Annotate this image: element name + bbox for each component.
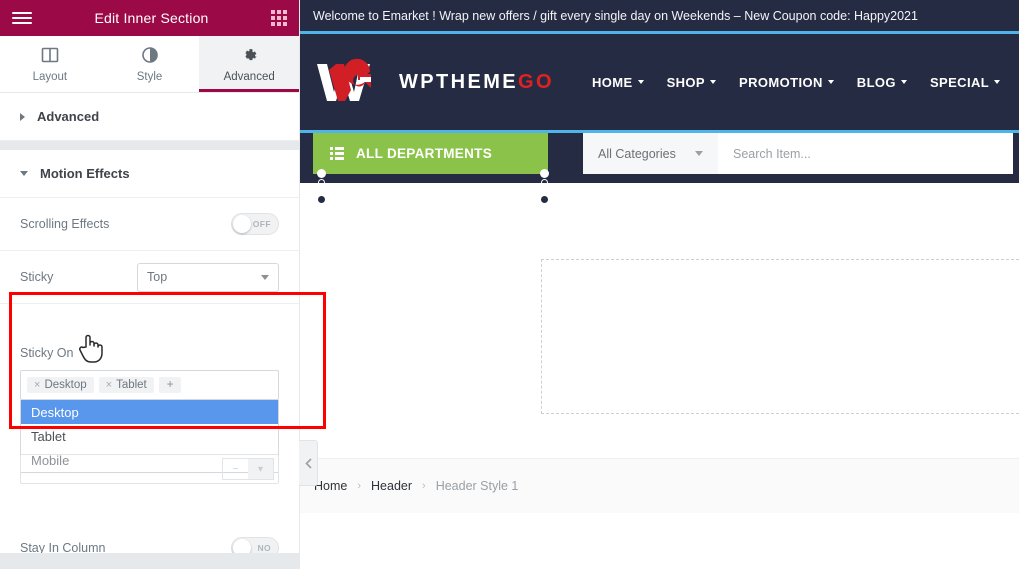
empty-section-placeholder[interactable] [541, 259, 1019, 414]
tag-label: Tablet [116, 379, 147, 391]
nav-label: SPECIAL [929, 74, 990, 90]
logo-text-primary: WPTHEME [399, 70, 519, 93]
preview-canvas: Welcome to Emarket ! Wrap new offers / g… [300, 0, 1019, 569]
breadcrumb: Home › Header › Header Style 1 [314, 479, 518, 493]
list-grid-icon [330, 147, 344, 160]
panel-body: Advanced Motion Effects Scrolling Effect… [0, 93, 299, 569]
sticky-select-value: Top [147, 270, 168, 284]
search-bar: All Categories Search Item... [583, 133, 1013, 174]
chevron-down-icon [695, 151, 703, 156]
style-contrast-icon [141, 47, 158, 63]
dropdown-option-tablet[interactable]: Tablet [21, 424, 278, 448]
tag-tablet[interactable]: × Tablet [98, 377, 154, 393]
chevron-down-icon [261, 274, 269, 280]
tab-label: Layout [32, 71, 68, 83]
control-scrolling-effects: Scrolling Effects OFF [0, 198, 299, 251]
tag-desktop[interactable]: × Desktop [27, 377, 94, 393]
dropdown-option-desktop[interactable]: Desktop [21, 400, 278, 424]
nav-item-promotion[interactable]: PROMOTION [739, 75, 834, 90]
panel-collapse-button[interactable] [299, 440, 318, 486]
sticky-on-block: Sticky On × Desktop × Tablet + Desktop T… [0, 334, 299, 473]
stepper-minus-icon: − [232, 463, 239, 475]
grid-icon[interactable] [271, 10, 287, 26]
departments-bar: ALL DEPARTMENTS All Categories Search It… [300, 130, 1019, 204]
toggle-state-label: OFF [252, 219, 271, 229]
all-departments-label: ALL DEPARTMENTS [356, 146, 492, 161]
announcement-text: Welcome to Emarket ! Wrap new offers / g… [313, 8, 918, 23]
nav-item-shop[interactable]: SHOP [666, 74, 717, 90]
page-content-area: Home › Header › Header Style 1 [300, 183, 1019, 513]
breadcrumb-item-header[interactable]: Header [371, 479, 412, 493]
stepper-caret-icon: ▾ [248, 459, 273, 479]
search-placeholder: Search Item... [733, 146, 811, 161]
chevron-down-icon [994, 80, 1001, 84]
logo-wordmark[interactable]: WPTHEMEGO [399, 71, 554, 94]
elementor-editor-screen: Welcome to Emarket ! Wrap new offers / g… [0, 0, 1019, 569]
chevron-down-icon [827, 80, 834, 84]
toggle-knob [233, 215, 251, 233]
breadcrumb-item-home[interactable]: Home [314, 479, 347, 493]
editor-panel: Edit Inner Section Layout Style Advanced… [0, 0, 326, 569]
tab-label: Style [136, 71, 163, 83]
scrolling-effects-label: Scrolling Effects [20, 217, 110, 231]
nav-label: BLOG [856, 74, 896, 90]
panel-tabs: Layout Style Advanced [0, 36, 300, 93]
sticky-label: Sticky [20, 270, 54, 284]
breadcrumb-bar: Home › Header › Header Style 1 [300, 458, 1019, 513]
tag-label: Desktop [44, 379, 87, 391]
nav-label: SHOP [666, 74, 706, 90]
panel-title: Edit Inner Section [94, 10, 209, 26]
control-sticky: Sticky Top [0, 251, 299, 304]
tab-advanced[interactable]: Advanced [199, 36, 300, 92]
chevron-right-icon [20, 112, 25, 121]
announcement-bar: Welcome to Emarket ! Wrap new offers / g… [300, 0, 1019, 34]
search-input[interactable]: Search Item... [718, 133, 1013, 174]
nav-item-blog[interactable]: BLOG [857, 75, 907, 90]
nav-label: HOME [591, 74, 633, 90]
main-navigation: HOME SHOP PROMOTION BLOG SPECIAL [592, 75, 1019, 90]
offset-stepper[interactable]: − ▾ [222, 458, 274, 480]
chevron-down-icon [637, 80, 644, 84]
all-departments-button[interactable]: ALL DEPARTMENTS [313, 133, 548, 174]
section-advanced-label: Advanced [37, 109, 100, 124]
site-header: WPTHEMEGO HOME SHOP PROMOTION BLOG SPECI… [300, 34, 1019, 130]
chevron-left-icon [304, 457, 312, 469]
section-motion-effects-label: Motion Effects [40, 166, 130, 181]
section-advanced[interactable]: Advanced [0, 93, 299, 141]
nav-item-special[interactable]: SPECIAL [929, 74, 1001, 90]
scrolling-effects-toggle[interactable]: OFF [231, 213, 279, 235]
remove-tag-icon[interactable]: × [34, 379, 40, 391]
tab-layout[interactable]: Layout [0, 36, 100, 92]
breadcrumb-item-current: Header Style 1 [435, 479, 519, 493]
sticky-on-label: Sticky On [20, 346, 74, 360]
category-select[interactable]: All Categories [583, 133, 718, 174]
logo-text-accent: GO [518, 70, 554, 93]
sticky-on-tag-input[interactable]: × Desktop × Tablet + [20, 370, 279, 400]
nav-label: PROMOTION [739, 74, 823, 90]
column-resize-handle-right[interactable] [540, 169, 549, 204]
chevron-down-icon [710, 80, 717, 84]
panel-footer [0, 553, 299, 569]
gear-icon [245, 48, 257, 60]
tab-label: Advanced [223, 70, 275, 83]
offset-control-obscured[interactable]: − ▾ [20, 454, 279, 484]
tab-style[interactable]: Style [99, 36, 200, 92]
breadcrumb-separator-icon: › [357, 480, 362, 492]
section-motion-effects[interactable]: Motion Effects [0, 150, 299, 198]
chevron-down-icon [20, 171, 28, 176]
breadcrumb-separator-icon: › [422, 480, 426, 492]
category-select-value: All Categories [598, 146, 676, 161]
chevron-down-icon [900, 80, 907, 84]
column-resize-handle-left[interactable] [317, 169, 326, 204]
panel-header: Edit Inner Section [0, 0, 299, 36]
layout-icon [41, 47, 59, 63]
control-sticky-on: − ▾ Sticky On × Desktop × Tablet + Deskt… [0, 334, 299, 522]
hamburger-icon[interactable] [12, 12, 32, 24]
wg-monogram-icon[interactable] [313, 58, 387, 106]
nav-item-home[interactable]: HOME [592, 75, 644, 90]
add-tag-button[interactable]: + [158, 377, 182, 393]
sticky-select[interactable]: Top [137, 262, 279, 292]
section-divider [0, 141, 299, 150]
remove-tag-icon[interactable]: × [106, 379, 112, 391]
